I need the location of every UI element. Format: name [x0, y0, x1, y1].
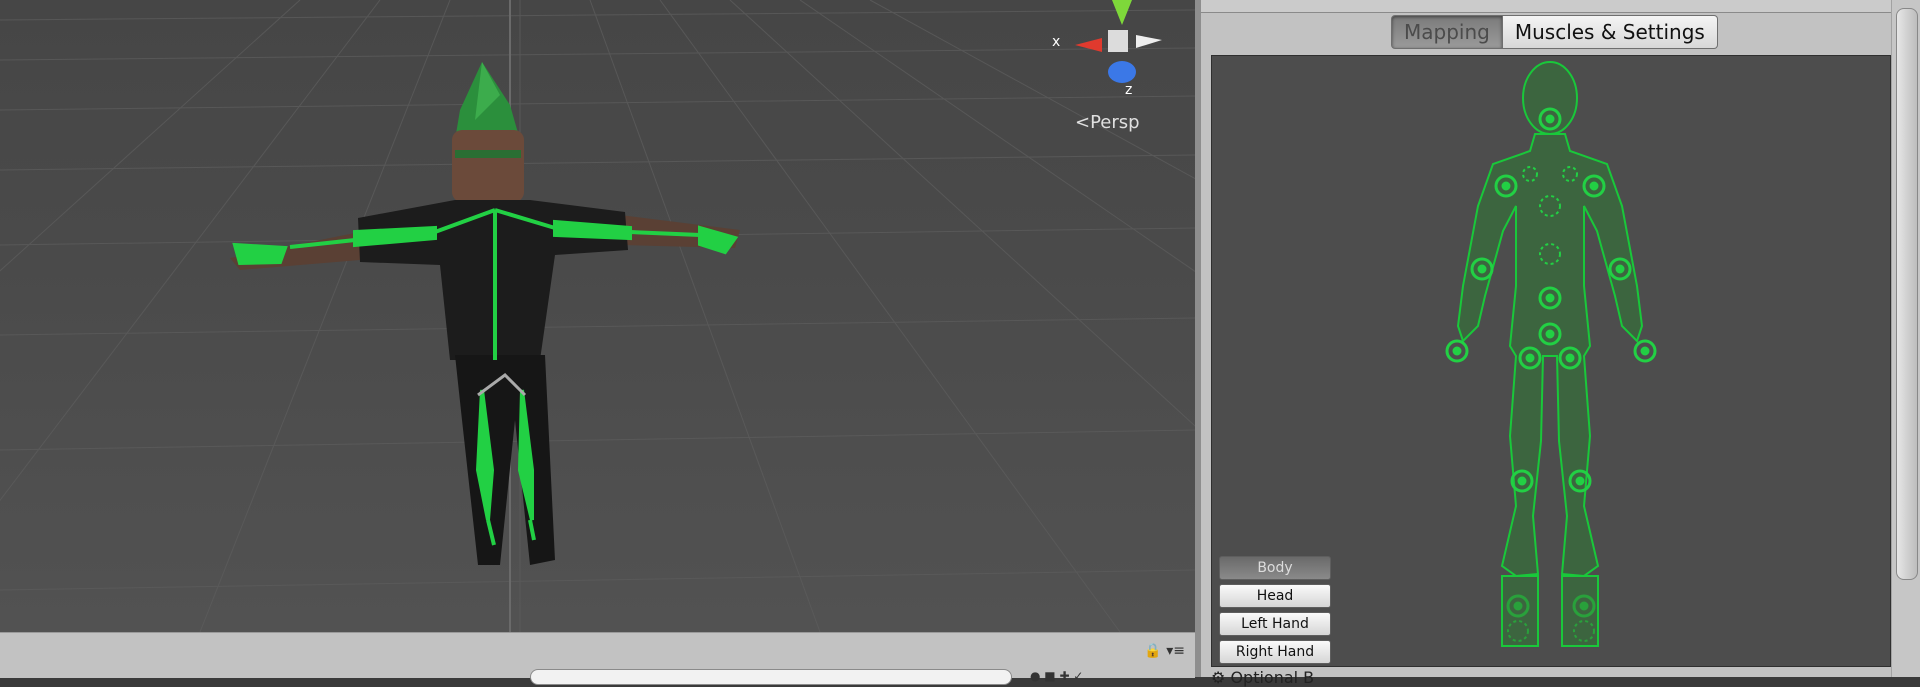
scene-footer: 🔒 ▾≡ ● ■ ✚ ✓ [0, 632, 1195, 685]
inspector-panel: Mapping Muscles & Settings Body Head Lef… [1201, 0, 1891, 687]
toolbar-icons[interactable]: ● ■ ✚ ✓ [1030, 669, 1083, 683]
right-hand-button[interactable]: Right Hand [1219, 640, 1331, 664]
optional-bones-row[interactable]: ⚙ Optional B [1211, 668, 1314, 687]
chevron-left-icon: < [1075, 112, 1091, 133]
scene-view[interactable]: x z <Persp [0, 0, 1195, 632]
body-button[interactable]: Body [1219, 556, 1331, 580]
body-part-selector: Body Head Left Hand Right Hand [1219, 556, 1331, 668]
inspector-topbar [1201, 0, 1891, 13]
optional-label: Optional B [1230, 668, 1315, 687]
gizmo-x-label: x [1052, 34, 1061, 50]
avatar-mapping-view[interactable]: Body Head Left Hand Right Hand [1211, 55, 1891, 667]
tab-mapping[interactable]: Mapping [1391, 15, 1503, 49]
menu-icon[interactable]: ▾≡ [1166, 643, 1185, 659]
projection-toggle[interactable]: <Persp [1075, 112, 1140, 133]
lock-icon[interactable]: 🔒 [1144, 643, 1161, 659]
projection-label: Persp [1090, 112, 1140, 133]
lock-menu[interactable]: 🔒 ▾≡ [1144, 643, 1185, 659]
gizmo-z-label: z [1125, 82, 1133, 98]
tab-muscles-settings[interactable]: Muscles & Settings [1502, 15, 1718, 49]
character-model[interactable] [0, 0, 1195, 632]
avatar-tabs: Mapping Muscles & Settings [1391, 15, 1718, 49]
gear-icon: ⚙ [1211, 668, 1226, 687]
head-button[interactable]: Head [1219, 584, 1331, 608]
search-input[interactable] [530, 669, 1012, 685]
left-hand-button[interactable]: Left Hand [1219, 612, 1331, 636]
inspector-scrollbar[interactable] [1891, 0, 1920, 677]
scroll-thumb[interactable] [1896, 8, 1918, 580]
